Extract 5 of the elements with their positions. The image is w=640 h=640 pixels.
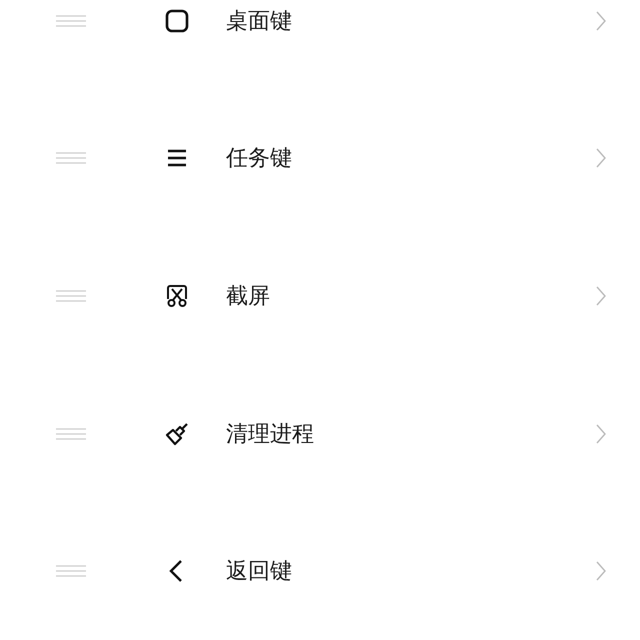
item-label: 截屏 [226,282,271,311]
item-label: 桌面键 [226,8,293,36]
item-label: 返回键 [226,558,293,586]
item-label: 清理进程 [226,420,315,449]
item-label: 任务键 [226,145,293,174]
